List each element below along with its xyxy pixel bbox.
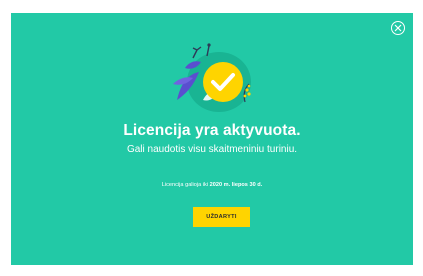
- close-button[interactable]: UŽDARYTI: [193, 207, 250, 227]
- license-activated-modal: Licencija yra aktyvuota. Gali naudotis v…: [11, 13, 413, 265]
- close-icon[interactable]: [391, 21, 405, 35]
- close-x-glyph: [394, 24, 402, 32]
- validity-date: 2020 m. liepos 30 d.: [209, 182, 263, 188]
- license-validity-text: Licencija galioja iki 2020 m. liepos 30 …: [11, 182, 413, 188]
- modal-subtitle: Gali naudotis visu skaitmeniniu turiniu.: [126, 144, 298, 155]
- modal-title: Licencija yra aktyvuota.: [123, 122, 301, 139]
- check-badge-icon: [173, 43, 251, 112]
- validity-prefix: Licencija galioja iki: [161, 182, 209, 188]
